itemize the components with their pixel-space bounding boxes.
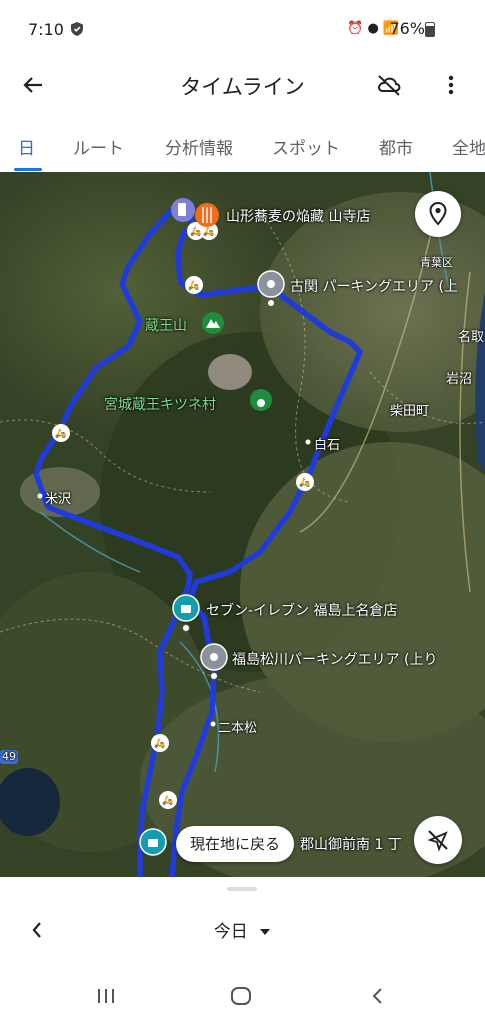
svg-text:🛵: 🛵	[299, 477, 310, 488]
svg-text:🛵: 🛵	[55, 428, 66, 439]
tab-spots[interactable]: スポット	[272, 134, 340, 159]
place-label-koriyama[interactable]: 郡山御前南 1 丁	[300, 834, 402, 854]
location-off-button[interactable]	[414, 816, 462, 864]
town-label-natori: 名取	[458, 330, 485, 345]
place-label-matsukawa[interactable]: 福島松川パーキングエリア (上り	[232, 649, 438, 669]
active-tab-indicator	[14, 168, 42, 171]
battery-icon	[425, 22, 435, 37]
place-label-zaosan[interactable]: 蔵王山	[145, 315, 187, 335]
location-off-icon	[427, 830, 448, 852]
recent-apps-icon[interactable]	[89, 979, 123, 1013]
status-bar: 7:10 ⏰●📶 76%	[0, 0, 485, 58]
tab-insights[interactable]: 分析情報	[165, 134, 233, 159]
sheet-drag-handle[interactable]	[227, 887, 257, 891]
bottom-sheet: 今日	[0, 877, 485, 969]
location-pin-button[interactable]	[415, 191, 461, 237]
return-to-location-button[interactable]: 現在地に戻る	[176, 826, 295, 862]
tab-bar: 日 ルート 分析情報 スポット 都市 全地	[0, 118, 485, 172]
tab-all[interactable]: 全地	[452, 134, 485, 159]
svg-text:🛵: 🛵	[188, 280, 199, 291]
svg-text:🛵: 🛵	[162, 795, 173, 806]
svg-text:🛵: 🛵	[154, 738, 165, 749]
town-label-yonezawa: 米沢	[45, 492, 72, 507]
battery-percent: 76%	[389, 19, 425, 38]
tab-day[interactable]: 日	[18, 134, 35, 159]
dropdown-arrow-icon	[260, 929, 271, 935]
town-label-shibata: 柴田町	[390, 404, 430, 419]
svg-text:🛵: 🛵	[190, 226, 201, 237]
tab-route[interactable]: ルート	[73, 134, 124, 159]
shield-icon	[70, 21, 84, 41]
system-nav-bar	[0, 969, 485, 1024]
route-shield-49: 49	[2, 750, 16, 763]
svg-text:🛵: 🛵	[203, 226, 214, 237]
town-label-aobaku: 青葉区	[420, 256, 453, 269]
tab-cities[interactable]: 都市	[379, 134, 413, 159]
more-vert-icon[interactable]	[434, 68, 468, 102]
cloud-off-icon[interactable]	[372, 68, 406, 102]
status-time: 7:10	[28, 20, 64, 39]
date-label: 今日	[213, 922, 248, 942]
town-label-iwanuma: 岩沼	[446, 372, 473, 387]
town-label-shiroishi: 白石	[314, 438, 341, 453]
place-label-seven-eleven[interactable]: セブン-イレブン 福島上名倉店	[206, 600, 398, 620]
home-icon[interactable]	[224, 979, 258, 1013]
app-bar: タイムライン	[0, 58, 485, 112]
date-selector[interactable]: 今日	[0, 917, 485, 942]
map-view[interactable]: 🛵 🛵 🛵 🛵 🛵 🛵 🛵 山形蕎麦の焔藏 山寺店 古関 パーキングエリア (上 蔵王山 宮…	[0, 172, 485, 877]
page-title: タイムライン	[180, 75, 305, 99]
place-label-yamadera[interactable]: 山形蕎麦の焔藏 山寺店	[226, 206, 370, 226]
back-nav-icon[interactable]	[360, 979, 394, 1013]
town-label-nihonmatsu: 二本松	[218, 721, 258, 736]
place-label-kitsune[interactable]: 宮城蔵王キツネ村	[104, 394, 216, 414]
place-label-kozeki[interactable]: 古関 パーキングエリア (上	[290, 276, 458, 296]
location-pin-icon	[429, 202, 447, 226]
